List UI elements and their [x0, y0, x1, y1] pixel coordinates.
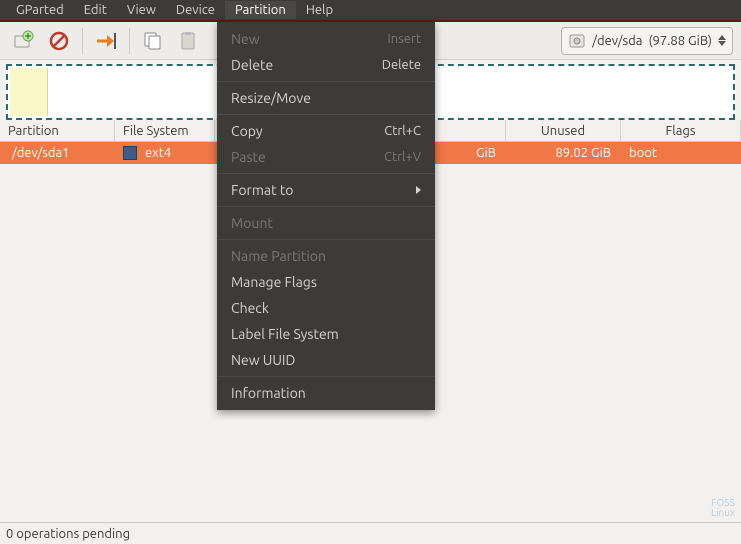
menu-item-accel: Delete — [382, 58, 421, 72]
harddisk-icon — [568, 32, 586, 50]
paste-icon — [178, 30, 200, 52]
menu-item-delete[interactable]: Delete Delete — [217, 52, 435, 78]
menu-item-label: Resize/Move — [231, 90, 311, 106]
menu-item-new-uuid[interactable]: New UUID — [217, 347, 435, 373]
menu-item-label-filesystem[interactable]: Label File System — [217, 321, 435, 347]
chevron-down-icon — [718, 41, 726, 46]
new-icon — [12, 30, 34, 52]
menu-item-label: New — [231, 31, 260, 47]
chevron-up-icon — [718, 35, 726, 40]
menu-item-accel: Ctrl+V — [384, 150, 421, 164]
column-partition[interactable]: Partition — [0, 120, 115, 141]
menu-item-mount[interactable]: Mount — [217, 210, 435, 236]
menu-item-copy[interactable]: Copy Ctrl+C — [217, 118, 435, 144]
menu-separator — [217, 239, 435, 240]
menu-separator — [217, 206, 435, 207]
device-path: /dev/sda — [592, 34, 642, 48]
menu-help[interactable]: Help — [296, 1, 343, 19]
menu-item-label: Name Partition — [231, 248, 326, 264]
column-flags[interactable]: Flags — [621, 120, 741, 141]
cell-filesystem: ext4 — [115, 142, 215, 164]
menu-gparted[interactable]: GParted — [6, 1, 74, 19]
resize-move-button[interactable] — [91, 26, 121, 56]
menu-item-name-partition[interactable]: Name Partition — [217, 243, 435, 269]
menu-item-label: Format to — [231, 182, 294, 198]
menu-separator — [217, 173, 435, 174]
delete-partition-button[interactable] — [44, 26, 74, 56]
device-size: (97.88 GiB) — [648, 34, 712, 48]
delete-icon — [48, 30, 70, 52]
chevron-right-icon — [416, 186, 421, 194]
menu-item-accel: Insert — [387, 32, 421, 46]
menu-item-label: Label File System — [231, 326, 339, 342]
paste-button[interactable] — [174, 26, 204, 56]
cell-unused: 89.02 GiB — [506, 142, 621, 164]
new-partition-button[interactable] — [8, 26, 38, 56]
watermark-line2: Linux — [711, 508, 735, 518]
statusbar-text: 0 operations pending — [6, 527, 130, 541]
menu-item-check[interactable]: Check — [217, 295, 435, 321]
fs-color-swatch — [123, 146, 137, 160]
menu-separator — [217, 81, 435, 82]
menu-item-manage-flags[interactable]: Manage Flags — [217, 269, 435, 295]
menu-item-information[interactable]: Information — [217, 380, 435, 406]
menu-item-label: Paste — [231, 149, 266, 165]
menu-item-accel: Ctrl+C — [384, 124, 421, 138]
menu-item-format-to[interactable]: Format to — [217, 177, 435, 203]
menubar: GParted Edit View Device Partition Help — [0, 0, 741, 22]
menu-device[interactable]: Device — [166, 1, 225, 19]
copy-button[interactable] — [138, 26, 168, 56]
menu-partition[interactable]: Partition — [225, 1, 296, 19]
disk-used-segment — [10, 68, 48, 116]
device-selector[interactable]: /dev/sda (97.88 GiB) — [561, 27, 733, 55]
partition-menu-dropdown: New Insert Delete Delete Resize/Move Cop… — [217, 22, 435, 410]
device-spinner[interactable] — [718, 35, 726, 46]
cell-partition: /dev/sda1 — [0, 142, 115, 164]
menu-item-label: Manage Flags — [231, 274, 317, 290]
watermark: FOSS Linux — [711, 498, 735, 518]
menu-item-label: New UUID — [231, 352, 295, 368]
statusbar: 0 operations pending — [0, 522, 741, 544]
menu-item-new[interactable]: New Insert — [217, 26, 435, 52]
toolbar-separator — [129, 28, 130, 54]
menu-item-paste[interactable]: Paste Ctrl+V — [217, 144, 435, 170]
menu-item-label: Check — [231, 300, 269, 316]
menu-view[interactable]: View — [117, 1, 166, 19]
menu-item-label: Delete — [231, 57, 273, 73]
toolbar-separator — [82, 28, 83, 54]
column-unused[interactable]: Unused — [506, 120, 621, 141]
arrow-right-icon — [94, 30, 118, 52]
menu-separator — [217, 376, 435, 377]
cell-flags: boot — [621, 142, 741, 164]
menu-item-label: Mount — [231, 215, 273, 231]
cell-filesystem-label: ext4 — [145, 146, 171, 160]
column-filesystem[interactable]: File System — [115, 120, 215, 141]
menu-item-label: Information — [231, 385, 306, 401]
copy-icon — [142, 30, 164, 52]
menu-item-label: Copy — [231, 123, 263, 139]
menu-separator — [217, 114, 435, 115]
menu-item-resize[interactable]: Resize/Move — [217, 85, 435, 111]
menu-edit[interactable]: Edit — [74, 1, 117, 19]
